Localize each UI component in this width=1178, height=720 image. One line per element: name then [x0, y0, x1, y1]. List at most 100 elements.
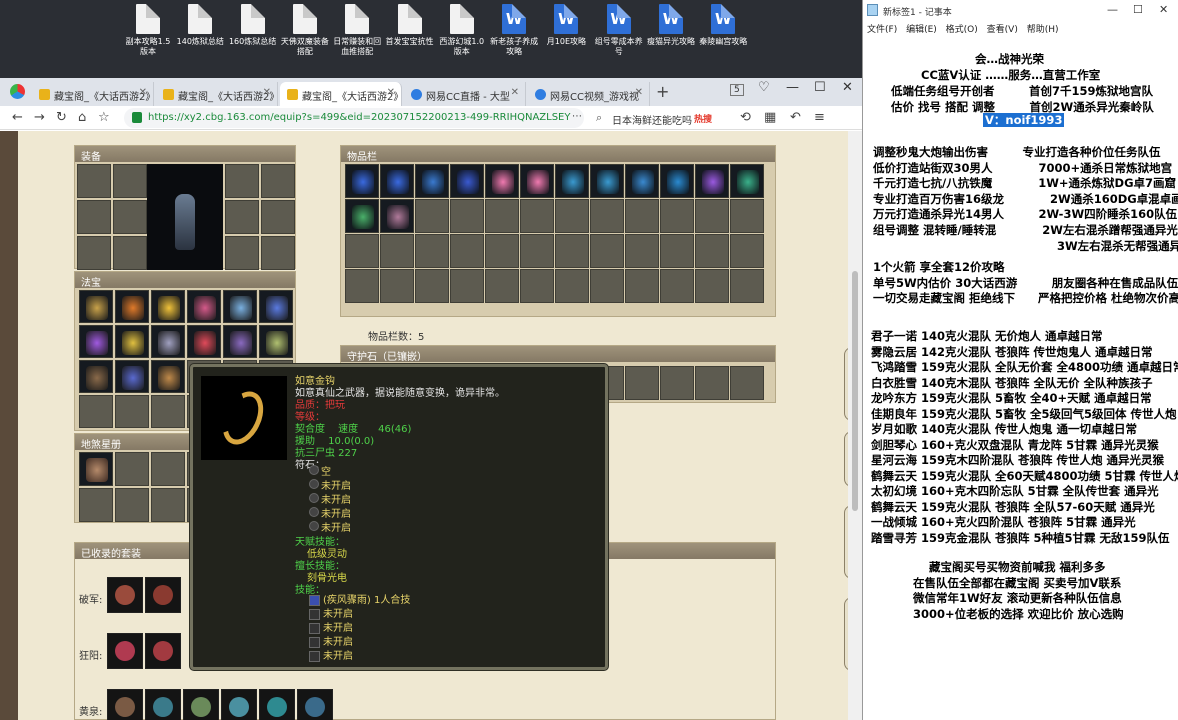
inventory-slot[interactable] [380, 199, 414, 233]
inventory-slot[interactable] [625, 164, 659, 198]
desktop-icon[interactable]: 140炼狱总结 [174, 4, 226, 74]
zodiac-slot[interactable] [79, 488, 113, 522]
menu-view[interactable]: 查看(V) [987, 25, 1018, 35]
inventory-slot[interactable] [660, 199, 694, 233]
close-tab-icon[interactable]: ✕ [139, 87, 147, 98]
equip-slot[interactable] [261, 164, 295, 198]
inventory-slot[interactable] [380, 269, 414, 303]
equip-slot[interactable] [261, 200, 295, 234]
fabao-slot[interactable] [79, 360, 113, 393]
inventory-slot[interactable] [730, 234, 764, 268]
suit-item[interactable] [183, 689, 219, 720]
menu-edit[interactable]: 编辑(E) [906, 25, 937, 35]
fabao-slot[interactable] [187, 325, 221, 358]
grid-icon[interactable]: ▦ [764, 110, 776, 125]
counter-badge[interactable]: 5 [730, 84, 744, 96]
equip-slot[interactable] [225, 200, 259, 234]
zodiac-slot[interactable] [79, 452, 113, 486]
desktop-icon[interactable]: W 瘦猫异光攻略 [645, 4, 697, 74]
home-button[interactable]: ⌂ [78, 110, 86, 125]
inventory-slot[interactable] [730, 199, 764, 233]
close-window-button[interactable]: ✕ [1159, 3, 1168, 16]
desktop-icon[interactable]: 副本攻略1.5版本 [122, 4, 174, 74]
fabao-slot[interactable] [259, 325, 293, 358]
suit-item[interactable] [145, 633, 181, 669]
bookmark-star-icon[interactable]: ☆ [98, 110, 110, 125]
inventory-slot[interactable] [450, 164, 484, 198]
tab-cc-video[interactable]: 网易CC视频_游戏视 ✕ [528, 82, 650, 106]
suit-item[interactable] [259, 689, 295, 720]
equip-slot[interactable] [77, 164, 111, 198]
menu-file[interactable]: 文件(F) [867, 25, 897, 35]
desktop-icon[interactable]: W 组号零成本养号 [593, 4, 645, 74]
equip-slot[interactable] [113, 236, 147, 270]
inventory-slot[interactable] [450, 234, 484, 268]
inventory-slot[interactable] [520, 199, 554, 233]
inventory-slot[interactable] [415, 269, 449, 303]
suit-item[interactable] [297, 689, 333, 720]
desktop-icon[interactable]: 西游幻城1.0版本 [436, 4, 488, 74]
zodiac-slot[interactable] [115, 488, 149, 522]
inventory-slot[interactable] [555, 234, 589, 268]
back-button[interactable]: ← [12, 110, 23, 125]
inventory-slot[interactable] [555, 164, 589, 198]
suit-item[interactable] [145, 689, 181, 720]
inventory-slot[interactable] [660, 164, 694, 198]
undo-icon[interactable]: ↶ [790, 110, 801, 125]
inventory-slot[interactable] [345, 234, 379, 268]
desktop-icon[interactable]: W 新老孩子养成攻略 [488, 4, 540, 74]
hot-search-badge[interactable]: 热搜 [694, 112, 712, 125]
inventory-slot[interactable] [520, 164, 554, 198]
fabao-slot[interactable] [223, 290, 257, 323]
menu-format[interactable]: 格式(O) [946, 25, 978, 35]
desktop-icon[interactable]: W 秦陵幽宫攻略 [697, 4, 749, 74]
inventory-slot[interactable] [345, 199, 379, 233]
inventory-slot[interactable] [485, 199, 519, 233]
desktop-icon[interactable]: 日常赚装和回血推搭配 [331, 4, 383, 74]
desktop-icon[interactable]: 天佛双魔装备搭配 [279, 4, 331, 74]
inventory-slot[interactable] [695, 164, 729, 198]
shirt-icon[interactable]: ♡ [758, 80, 770, 95]
close-tab-icon[interactable]: ✕ [263, 87, 271, 98]
inventory-slot[interactable] [345, 269, 379, 303]
reload-button[interactable]: ↻ [56, 110, 67, 125]
fabao-slot[interactable] [151, 395, 185, 428]
fabao-slot[interactable] [223, 325, 257, 358]
inventory-slot[interactable] [625, 269, 659, 303]
desktop-icon[interactable]: 首发宝宝抗性 [384, 4, 436, 74]
inventory-slot[interactable] [590, 234, 624, 268]
inventory-slot[interactable] [415, 199, 449, 233]
equip-slot[interactable] [225, 164, 259, 198]
fabao-slot[interactable] [79, 325, 113, 358]
inventory-slot[interactable] [485, 164, 519, 198]
inventory-slot[interactable] [415, 164, 449, 198]
tab-cbg-3[interactable]: 藏宝阁_《大话西游2》 ✕ [280, 82, 402, 106]
suit-item[interactable] [145, 577, 181, 613]
inventory-slot[interactable] [590, 164, 624, 198]
fabao-slot[interactable] [115, 395, 149, 428]
suit-item[interactable] [107, 577, 143, 613]
url-input[interactable]: https://xy2.cbg.163.com/equip?s=499&eid=… [124, 108, 584, 128]
fabao-slot[interactable] [79, 395, 113, 428]
inventory-slot[interactable] [485, 234, 519, 268]
tab-cbg-2[interactable]: 藏宝阁_《大话西游2》 ✕ [156, 82, 278, 106]
fabao-slot[interactable] [115, 360, 149, 393]
inventory-slot[interactable] [485, 269, 519, 303]
browser-logo-icon[interactable] [10, 84, 25, 99]
close-tab-icon[interactable]: ✕ [511, 87, 519, 98]
minimize-button[interactable]: — [786, 80, 799, 95]
close-tab-icon[interactable]: ✕ [387, 87, 395, 98]
inventory-slot[interactable] [380, 164, 414, 198]
tab-cc-live[interactable]: 网易CC直播 - 大型 ✕ [404, 82, 526, 106]
stone-slot[interactable] [695, 366, 729, 400]
inventory-slot[interactable] [625, 234, 659, 268]
inventory-slot[interactable] [415, 234, 449, 268]
inventory-slot[interactable] [520, 234, 554, 268]
stone-slot[interactable] [660, 366, 694, 400]
inventory-slot[interactable] [590, 199, 624, 233]
inventory-slot[interactable] [345, 164, 379, 198]
fabao-slot[interactable] [115, 290, 149, 323]
inventory-slot[interactable] [730, 164, 764, 198]
fabao-slot[interactable] [151, 290, 185, 323]
tab-cbg-1[interactable]: 藏宝阁_《大话西游2》 ✕ [32, 82, 154, 106]
